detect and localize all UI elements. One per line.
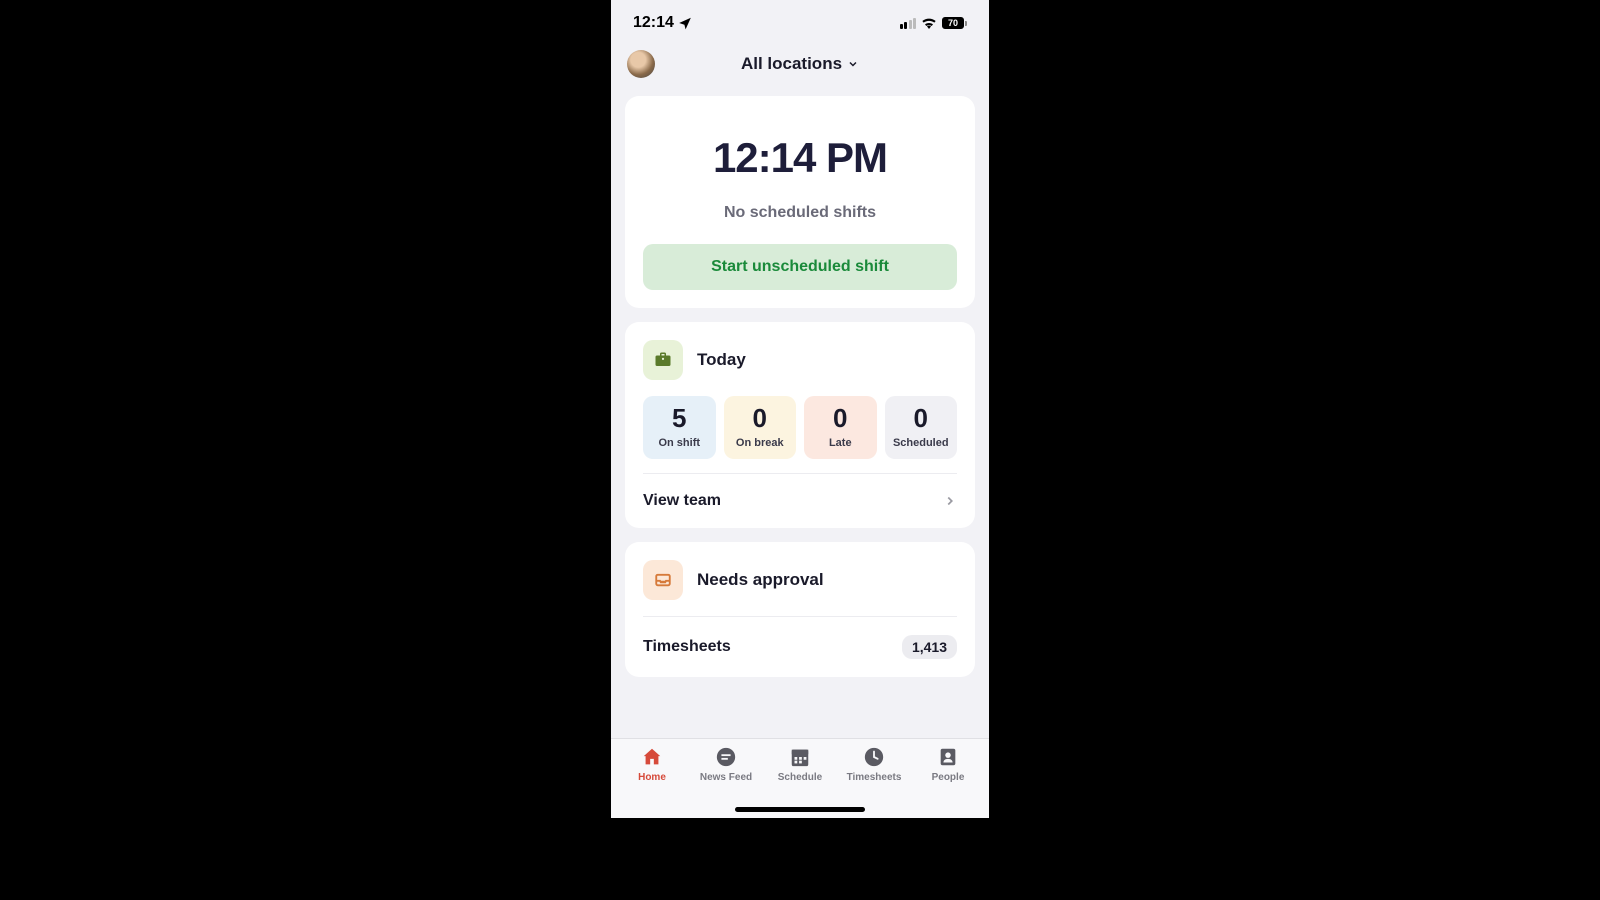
tab-home[interactable]: Home bbox=[615, 745, 689, 818]
stats-row: 5 On shift 0 On break 0 Late 0 Scheduled bbox=[643, 396, 957, 459]
stat-value: 0 bbox=[808, 404, 873, 433]
needs-approval-card: Needs approval Timesheets 1,413 bbox=[625, 542, 975, 677]
inbox-icon bbox=[654, 571, 672, 589]
clock-icon bbox=[863, 746, 885, 768]
tab-label: Timesheets bbox=[847, 772, 902, 783]
clock-card: 12:14 PM No scheduled shifts Start unsch… bbox=[625, 96, 975, 308]
view-team-link[interactable]: View team bbox=[643, 474, 957, 528]
stat-value: 5 bbox=[647, 404, 712, 433]
approval-title: Needs approval bbox=[697, 570, 824, 590]
stat-value: 0 bbox=[889, 404, 954, 433]
chevron-down-icon bbox=[847, 58, 859, 70]
briefcase-icon bbox=[654, 351, 672, 369]
today-card: Today 5 On shift 0 On break 0 Late 0 Sch… bbox=[625, 322, 975, 528]
tab-label: News Feed bbox=[700, 772, 752, 783]
phone-screen: 12:14 70 All locations 12:14 PM bbox=[611, 0, 989, 818]
battery-level: 70 bbox=[943, 18, 963, 28]
today-title: Today bbox=[697, 350, 746, 370]
inbox-icon-box bbox=[643, 560, 683, 600]
wifi-icon bbox=[921, 17, 937, 29]
stat-label: Scheduled bbox=[889, 437, 954, 449]
status-time: 12:14 bbox=[633, 14, 692, 32]
stat-label: On shift bbox=[647, 437, 712, 449]
timesheets-row[interactable]: Timesheets 1,413 bbox=[643, 617, 957, 677]
timesheets-count-badge: 1,413 bbox=[902, 635, 957, 659]
avatar[interactable] bbox=[627, 50, 655, 78]
battery-icon: 70 bbox=[942, 17, 967, 29]
today-header: Today bbox=[643, 340, 957, 380]
person-icon bbox=[937, 746, 959, 768]
tab-label: Home bbox=[638, 772, 666, 783]
timesheets-label: Timesheets bbox=[643, 638, 731, 656]
location-label: All locations bbox=[741, 54, 842, 74]
tab-label: People bbox=[932, 772, 965, 783]
status-icons: 70 bbox=[900, 17, 968, 29]
shift-status: No scheduled shifts bbox=[643, 204, 957, 222]
content-scroll[interactable]: 12:14 PM No scheduled shifts Start unsch… bbox=[611, 96, 989, 762]
stat-on-break[interactable]: 0 On break bbox=[724, 396, 797, 459]
status-time-text: 12:14 bbox=[633, 14, 674, 32]
location-arrow-icon bbox=[678, 16, 692, 30]
stat-label: On break bbox=[728, 437, 793, 449]
stat-on-shift[interactable]: 5 On shift bbox=[643, 396, 716, 459]
view-team-label: View team bbox=[643, 492, 721, 510]
chevron-right-icon bbox=[943, 494, 957, 508]
stat-scheduled[interactable]: 0 Scheduled bbox=[885, 396, 958, 459]
cellular-signal-icon bbox=[900, 18, 917, 29]
home-indicator[interactable] bbox=[735, 807, 865, 812]
stat-label: Late bbox=[808, 437, 873, 449]
tab-bar: Home News Feed Schedule Timesheets Peopl… bbox=[611, 738, 989, 818]
briefcase-icon-box bbox=[643, 340, 683, 380]
tab-label: Schedule bbox=[778, 772, 822, 783]
app-header: All locations bbox=[611, 42, 989, 96]
start-shift-button[interactable]: Start unscheduled shift bbox=[643, 244, 957, 290]
status-bar: 12:14 70 bbox=[611, 0, 989, 42]
chat-icon bbox=[715, 746, 737, 768]
home-icon bbox=[641, 746, 663, 768]
tab-people[interactable]: People bbox=[911, 745, 985, 818]
current-time: 12:14 PM bbox=[643, 134, 957, 182]
location-selector[interactable]: All locations bbox=[741, 54, 859, 74]
calendar-icon bbox=[789, 746, 811, 768]
stat-late[interactable]: 0 Late bbox=[804, 396, 877, 459]
approval-header: Needs approval bbox=[643, 560, 957, 600]
stat-value: 0 bbox=[728, 404, 793, 433]
